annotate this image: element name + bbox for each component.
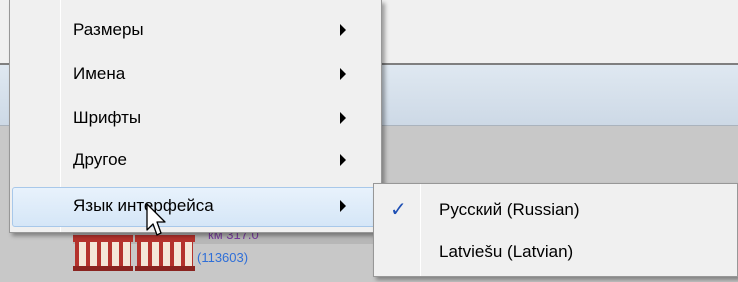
submenu-arrow-icon — [340, 68, 346, 80]
submenu-item-latvian[interactable]: Latviešu (Latvian) — [376, 232, 736, 272]
menu-item-other[interactable]: Другое — [12, 141, 379, 181]
menu-item-label: Размеры — [73, 20, 144, 39]
menu-item-label: Имена — [73, 64, 126, 83]
menu-item-fonts[interactable]: Шрифты — [12, 99, 379, 139]
menu-item-interface-language[interactable]: Язык интерфейса — [12, 187, 379, 227]
submenu-arrow-icon — [340, 154, 346, 166]
context-menu: Размеры Имена Шрифты Другое Язык интерфе… — [9, 0, 382, 233]
submenu-item-label: Русский (Russian) — [439, 200, 580, 219]
submenu-arrow-icon — [340, 24, 346, 36]
menu-item-label: Другое — [73, 150, 128, 169]
submenu-item-label: Latviešu (Latvian) — [439, 242, 574, 261]
submenu-item-russian[interactable]: ✓ Русский (Russian) — [376, 190, 736, 230]
menu-item-sizes[interactable]: Размеры — [12, 11, 379, 51]
language-submenu: ✓ Русский (Russian) Latviešu (Latvian) — [373, 183, 738, 277]
submenu-arrow-icon — [340, 112, 346, 124]
menu-item-names[interactable]: Имена — [12, 55, 379, 95]
map-object-id: (113603) — [197, 250, 249, 265]
station-icon[interactable] — [73, 235, 133, 271]
checkmark-icon: ✓ — [390, 197, 407, 221]
submenu-arrow-icon — [340, 200, 346, 212]
mouse-cursor-icon — [146, 203, 166, 236]
menu-item-label: Шрифты — [73, 108, 142, 127]
menu-item-label: Язык интерфейса — [73, 196, 214, 215]
